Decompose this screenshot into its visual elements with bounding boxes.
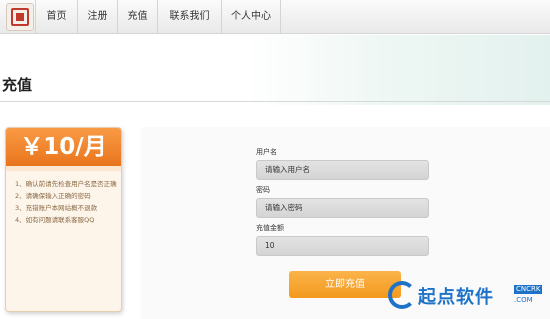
top-navigation-bar: 首页 注册 充值 联系我们 个人中心 (0, 0, 550, 34)
price-header: ￥10/月 (6, 128, 121, 166)
header-background (0, 35, 550, 105)
amount-label: 充值金额 (256, 224, 284, 232)
tip-item: 2、请确保输入正确的密码 (15, 192, 91, 200)
nav-item-register[interactable]: 注册 (77, 0, 117, 34)
watermark-domain: .COM (514, 296, 533, 304)
watermark-text: 起点软件 (418, 287, 494, 308)
watermark: 起点软件 CNCRK .COM (388, 277, 550, 319)
main-nav: 首页 注册 充值 联系我们 个人中心 (35, 0, 281, 34)
watermark-logo-icon (388, 281, 416, 309)
watermark-tag: CNCRK (514, 285, 543, 294)
site-logo[interactable] (6, 3, 34, 31)
price-header-stripe (6, 166, 121, 171)
amount-input[interactable]: 10 (256, 236, 429, 256)
submit-recharge-button[interactable]: 立即充值 (289, 271, 401, 298)
password-input[interactable]: 请输入密码 (256, 198, 429, 218)
nav-item-home[interactable]: 首页 (35, 0, 77, 34)
tip-item: 4、如有问题请联系客服QQ (15, 216, 95, 224)
page-title: 充值 (2, 76, 33, 94)
price-card: ￥10/月 1、确认前请先检查用户名是否正确 2、请确保输入正确的密码 3、充错… (5, 127, 122, 312)
nav-item-profile[interactable]: 个人中心 (221, 0, 281, 34)
username-label: 用户名 (256, 148, 277, 156)
nav-item-contact[interactable]: 联系我们 (157, 0, 221, 34)
nav-item-recharge[interactable]: 充值 (117, 0, 157, 34)
username-input[interactable]: 请输入用户名 (256, 160, 429, 180)
tip-item: 1、确认前请先检查用户名是否正确 (15, 180, 117, 188)
tips-list: 1、确认前请先检查用户名是否正确 2、请确保输入正确的密码 3、充错账户本网站概… (15, 178, 119, 226)
tip-item: 3、充错账户本网站概不退款 (15, 204, 98, 212)
password-label: 密码 (256, 186, 270, 194)
price-value: ￥10/月 (20, 134, 107, 160)
title-divider (0, 101, 550, 102)
